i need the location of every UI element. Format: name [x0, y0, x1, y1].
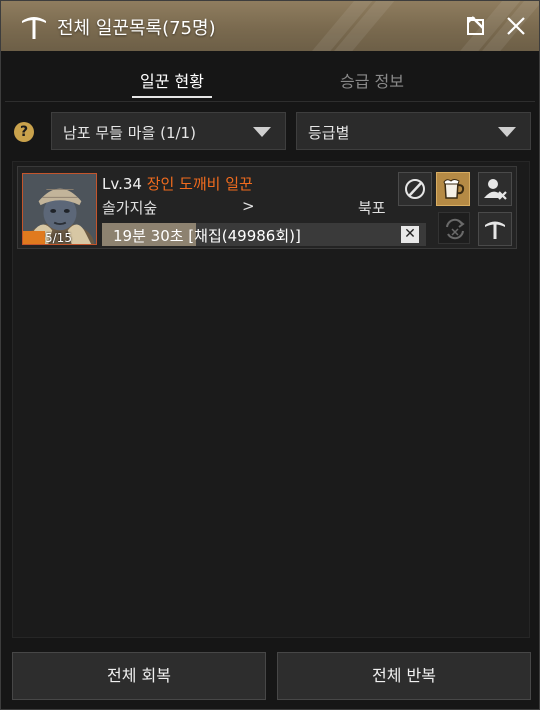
- repeat-all-button[interactable]: 전체 반복: [277, 652, 531, 700]
- work-progress-text: 19분 30초 [채집(49986회)]: [113, 227, 301, 245]
- worker-title: Lv.34 장인 도깨비 일꾼: [102, 173, 253, 194]
- active-tab-indicator: [132, 96, 212, 98]
- popout-icon: [467, 16, 484, 35]
- help-icon[interactable]: ?: [14, 122, 34, 142]
- cancel-work-button[interactable]: ✕: [401, 226, 419, 243]
- prohibit-leaf-icon: [405, 179, 425, 199]
- stop-work-button[interactable]: [398, 172, 432, 206]
- worker-name: 장인 도깨비 일꾼: [146, 175, 253, 193]
- stamina-count: 5/15: [45, 231, 72, 245]
- window-title: 전체 일꾼목록(75명): [57, 18, 216, 39]
- stamina-bar: [23, 231, 45, 244]
- remove-user-icon: [484, 179, 507, 200]
- sort-select-value: 등급별: [308, 124, 350, 142]
- route-destination: 북포: [358, 199, 386, 217]
- repeat-work-button[interactable]: [438, 212, 470, 244]
- chevron-down-icon: [253, 127, 271, 137]
- town-select-value: 남포 무들 마을 (1/1): [63, 124, 196, 142]
- worker-card[interactable]: 5/15 Lv.34 장인 도깨비 일꾼 솔가지숲 > 북포 19분 30초 […: [17, 166, 517, 249]
- dismiss-worker-button[interactable]: [478, 172, 512, 206]
- beer-mug-icon: [443, 179, 465, 199]
- work-progress-bar: 19분 30초 [채집(49986회)]: [102, 223, 426, 246]
- beer-recovery-button[interactable]: [436, 172, 470, 206]
- route-origin: 솔가지숲: [102, 199, 158, 217]
- title-bar[interactable]: 전체 일꾼목록(75명): [1, 1, 539, 51]
- worker-avatar[interactable]: 5/15: [22, 173, 97, 245]
- tab-bar: 일꾼 현황 승급 정보: [1, 51, 539, 101]
- chevron-down-icon: [498, 127, 516, 137]
- worker-level: Lv.34: [102, 175, 142, 193]
- close-icon: [507, 17, 525, 35]
- sort-select[interactable]: 등급별: [296, 112, 531, 150]
- route-arrow: >: [242, 197, 255, 215]
- tab-worker-status[interactable]: 일꾼 현황: [112, 68, 232, 92]
- worker-list[interactable]: 5/15 Lv.34 장인 도깨비 일꾼 솔가지숲 > 북포 19분 30초 […: [12, 161, 530, 638]
- recover-all-button[interactable]: 전체 회복: [12, 652, 266, 700]
- worker-list-window: 전체 일꾼목록(75명) 일꾼 현황 승급 정보 ? 남포 무들 마을 (1/1…: [0, 0, 540, 710]
- divider: [5, 101, 535, 102]
- pickaxe-icon: [19, 11, 49, 41]
- pickaxe-icon: [485, 221, 505, 239]
- repeat-icon: [446, 218, 465, 240]
- close-button[interactable]: [503, 13, 529, 39]
- popout-button[interactable]: [463, 13, 489, 39]
- town-select[interactable]: 남포 무들 마을 (1/1): [51, 112, 286, 150]
- assign-work-button[interactable]: [478, 212, 512, 246]
- tab-promotion-info[interactable]: 승급 정보: [312, 68, 432, 92]
